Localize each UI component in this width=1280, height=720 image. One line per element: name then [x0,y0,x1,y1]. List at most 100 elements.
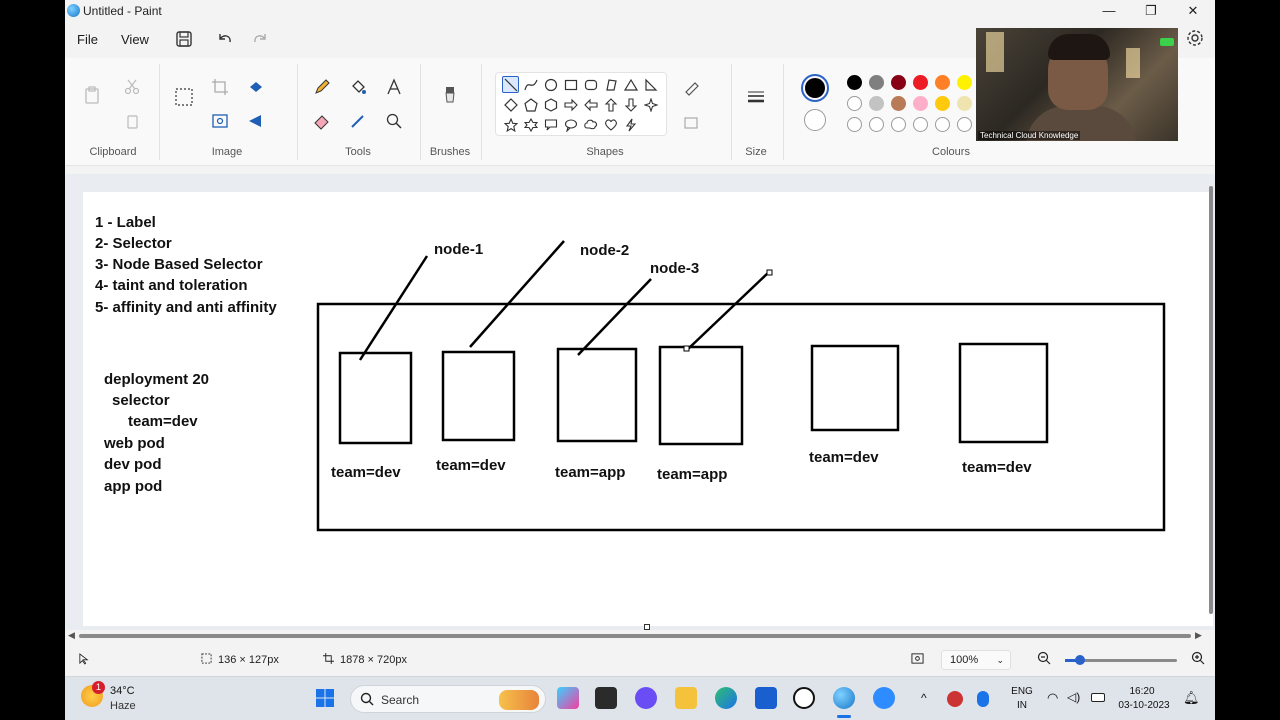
undo-icon[interactable] [216,30,234,48]
lightning-shape-icon[interactable] [622,116,639,133]
colour-swatch[interactable] [957,96,972,111]
rectangle-shape-icon[interactable] [562,76,579,93]
language-top[interactable]: ENG [1009,686,1035,697]
colour-picker-icon[interactable] [347,110,369,132]
right-triangle-shape-icon[interactable] [642,76,659,93]
crop-icon[interactable] [209,76,231,98]
paint-taskbar-icon[interactable] [833,687,855,709]
eraser-icon[interactable] [311,110,333,132]
dell-icon[interactable] [793,687,815,709]
outline-icon[interactable] [681,76,703,98]
curve-shape-icon[interactable] [522,76,539,93]
zoom-in-icon[interactable] [1191,651,1205,668]
oval-callout-shape-icon[interactable] [562,116,579,133]
edge-browser-icon[interactable] [715,687,737,709]
diamond-shape-icon[interactable] [502,96,519,113]
menu-file[interactable]: File [77,32,98,47]
right-arrow-shape-icon[interactable] [562,96,579,113]
scroll-right-arrow-icon[interactable]: ▶ [1195,630,1202,641]
notification-bell-icon[interactable]: 🔔︎ [1183,690,1200,706]
colour-swatch[interactable] [847,117,862,132]
up-arrow-shape-icon[interactable] [602,96,619,113]
volume-icon[interactable]: ◁) [1067,690,1080,704]
paste-icon[interactable] [81,84,103,106]
zoom-select[interactable]: 100% ⌄ [941,650,1011,670]
four-point-star-shape-icon[interactable] [642,96,659,113]
colour-swatch[interactable] [935,117,950,132]
fit-to-window-icon[interactable] [911,652,924,668]
clock-time[interactable]: 16:20 [1117,686,1167,697]
rect-callout-shape-icon[interactable] [542,116,559,133]
cut-icon[interactable] [121,76,143,98]
colour-swatch[interactable] [957,75,972,90]
taskbar-search[interactable]: Search [350,685,546,713]
save-icon[interactable] [175,30,193,48]
start-windows-icon[interactable] [315,688,335,708]
resize-icon[interactable] [209,110,231,132]
file-explorer-icon[interactable] [675,687,697,709]
zoom-app-icon[interactable] [873,687,895,709]
select-icon[interactable] [173,86,195,108]
left-arrow-shape-icon[interactable] [582,96,599,113]
colour-swatch[interactable] [891,96,906,111]
colour-swatch[interactable] [869,75,884,90]
horizontal-scrollbar[interactable]: ◀ ▶ [65,630,1215,642]
vertical-scrollbar[interactable] [1207,174,1215,630]
settings-gear-icon[interactable] [1185,28,1205,48]
battery-icon[interactable] [1091,693,1105,702]
polygon-shape-icon[interactable] [602,76,619,93]
colour-swatch[interactable] [847,96,862,111]
heart-shape-icon[interactable] [602,116,619,133]
colour-swatch[interactable] [957,117,972,132]
hexagon-shape-icon[interactable] [542,96,559,113]
chevron-up-icon[interactable]: ^ [921,691,927,705]
zoom-out-icon[interactable] [1037,651,1051,668]
colour-swatch[interactable] [935,75,950,90]
colour-swatch[interactable] [935,96,950,111]
wifi-icon[interactable]: ◠ [1047,690,1058,706]
flip-icon[interactable] [245,110,267,132]
text-icon[interactable] [383,76,405,98]
oval-shape-icon[interactable] [542,76,559,93]
colour-swatch[interactable] [913,96,928,111]
colour-swatch[interactable] [891,75,906,90]
zoom-slider[interactable] [1065,655,1177,665]
brush-icon[interactable] [439,84,461,106]
zoom-slider-thumb[interactable] [1074,655,1085,665]
five-point-star-shape-icon[interactable] [502,116,519,133]
clock-date[interactable]: 03-10-2023 [1115,700,1173,711]
rotate-icon[interactable] [245,76,267,98]
triangle-shape-icon[interactable] [622,76,639,93]
colour-swatch[interactable] [847,75,862,90]
pencil-icon[interactable] [311,76,333,98]
magnifier-icon[interactable] [383,110,405,132]
pentagon-shape-icon[interactable] [522,96,539,113]
fill-shape-icon[interactable] [681,112,703,134]
colour-swatch[interactable] [913,117,928,132]
minimize-button[interactable]: — [1089,0,1129,22]
copy-icon[interactable] [121,110,143,132]
line-shape-icon[interactable] [502,76,519,93]
rounded-rectangle-shape-icon[interactable] [582,76,599,93]
cloud-callout-shape-icon[interactable] [582,116,599,133]
colour-2-selector[interactable] [804,109,826,131]
colour-swatch[interactable] [869,117,884,132]
antivirus-icon[interactable] [947,691,963,707]
maximize-button[interactable]: ❐ [1131,0,1171,22]
down-arrow-shape-icon[interactable] [622,96,639,113]
store-icon[interactable] [755,687,777,709]
language-bottom[interactable]: IN [1009,700,1035,711]
colour-swatch[interactable] [891,117,906,132]
colour-swatch[interactable] [913,75,928,90]
vertical-scroll-thumb[interactable] [1209,186,1213,614]
close-button[interactable]: ✕ [1173,0,1213,22]
teams-chat-icon[interactable] [635,687,657,709]
horizontal-scroll-thumb[interactable] [79,634,1191,638]
menu-view[interactable]: View [121,32,149,47]
microphone-icon[interactable] [977,691,989,707]
colour-1-selector[interactable] [801,74,829,102]
six-point-star-shape-icon[interactable] [522,116,539,133]
task-view-icon[interactable] [595,687,617,709]
copilot-icon[interactable] [557,687,579,709]
drawing-canvas[interactable]: 1 - Label 2- Selector 3- Node Based Sele… [83,192,1213,626]
